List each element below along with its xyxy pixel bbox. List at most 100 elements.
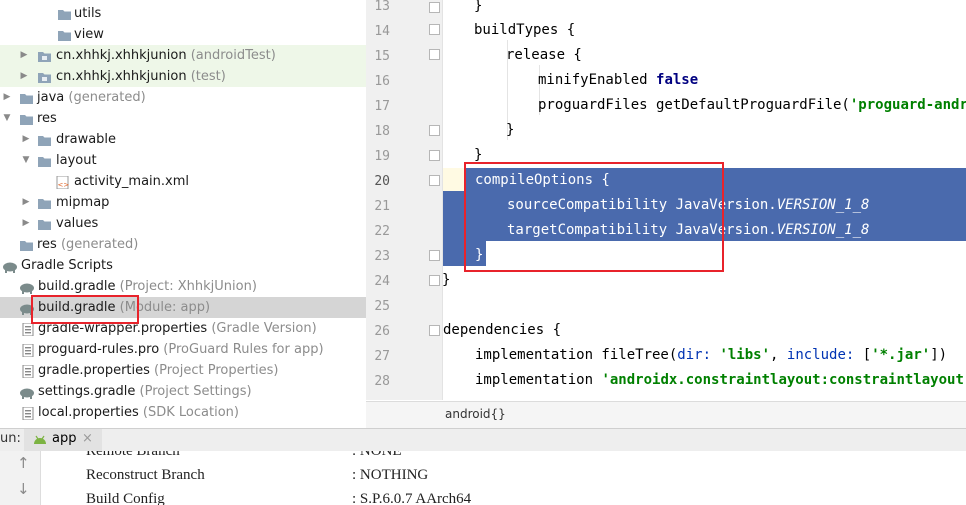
tree-item-test-package[interactable]: ▶ cn.xhhkj.xhhkjunion (test) <box>0 66 366 87</box>
tree-item-activity-main-xml[interactable]: <> activity_main.xml <box>0 171 366 192</box>
named-arg: include: <box>786 347 863 363</box>
gradle-icon <box>19 280 35 294</box>
fold-marker-icon[interactable] <box>429 49 440 60</box>
expand-arrow-icon[interactable]: ▶ <box>19 45 29 66</box>
tree-item-local-properties[interactable]: local.properties (SDK Location) <box>0 402 366 423</box>
tree-item-secondary: (Module: app) <box>119 300 211 315</box>
tree-item-java-generated[interactable]: ▶ java (generated) <box>0 87 366 108</box>
code-line-28: implementation 'androidx.constraintlayou… <box>475 368 966 393</box>
tree-item-utils[interactable]: utils <box>0 3 366 24</box>
tree-item-label: values <box>56 216 99 231</box>
tree-item-mipmap[interactable]: ▶ mipmap <box>0 192 366 213</box>
xml-file-icon: <> <box>56 175 70 190</box>
code-token: sourceCompatibility JavaVersion. <box>507 197 777 213</box>
tree-item-label: settings.gradle <box>38 384 136 399</box>
properties-file-icon <box>22 322 35 337</box>
package-icon <box>38 49 51 62</box>
tree-item-gradle-properties[interactable]: gradle.properties (Project Properties) <box>0 360 366 381</box>
tree-item-build-gradle-project[interactable]: build.gradle (Project: XhhkjUnion) <box>0 276 366 297</box>
tree-item-label: gradle.properties <box>38 363 150 378</box>
tree-item-secondary: (generated) <box>68 90 146 105</box>
collapse-arrow-icon[interactable]: ▼ <box>2 108 12 129</box>
scroll-up-icon[interactable]: ↑ <box>17 454 30 472</box>
string-literal: 'libs' <box>719 347 771 363</box>
line-number: 17 <box>374 99 390 114</box>
fold-marker-icon[interactable] <box>429 175 440 186</box>
code-token: ]) <box>930 347 948 363</box>
line-number: 20 <box>374 174 390 189</box>
expand-arrow-icon[interactable]: ▶ <box>21 213 31 234</box>
folder-icon <box>58 28 71 41</box>
run-toolbar: un: app × <box>0 428 966 452</box>
keyword-false: false <box>656 72 699 88</box>
code-token: targetCompatibility JavaVersion. <box>507 222 777 238</box>
svg-text:<>: <> <box>58 181 70 189</box>
collapse-arrow-icon[interactable]: ▼ <box>21 150 31 171</box>
tree-item-android-test-package[interactable]: ▶ cn.xhhkj.xhhkjunion (androidTest) <box>0 45 366 66</box>
tree-item-label: res <box>37 237 57 252</box>
tree-item-settings-gradle[interactable]: settings.gradle (Project Settings) <box>0 381 366 402</box>
line-number: 15 <box>374 49 390 64</box>
line-number: 14 <box>374 24 390 39</box>
tree-item-secondary: (Project Properties) <box>154 363 279 378</box>
tree-item-secondary: (Project: XhhkjUnion) <box>119 279 257 294</box>
string-literal: 'proguard-android <box>849 97 966 113</box>
folder-icon <box>58 7 71 20</box>
tree-item-secondary: (androidTest) <box>190 48 276 63</box>
code-token: implementation <box>475 372 602 388</box>
properties-file-icon <box>22 364 35 379</box>
static-field: VERSION_1_8 <box>776 197 870 213</box>
breadcrumb[interactable]: android{} <box>366 401 966 428</box>
tree-item-view[interactable]: view <box>0 24 366 45</box>
fold-marker-icon[interactable] <box>429 150 440 161</box>
breadcrumb-item[interactable]: android{} <box>445 407 506 421</box>
tree-item-values[interactable]: ▶ values <box>0 213 366 234</box>
code-line-26: dependencies { <box>443 322 562 338</box>
fold-marker-icon[interactable] <box>429 325 440 336</box>
expand-arrow-icon[interactable]: ▶ <box>19 66 29 87</box>
tree-item-res[interactable]: ▼ res <box>0 108 366 129</box>
tree-item-label: drawable <box>56 132 117 147</box>
gradle-icon <box>2 259 18 273</box>
code-line-15: release { <box>506 47 582 63</box>
fold-marker-icon[interactable] <box>429 2 440 13</box>
gradle-icon <box>19 385 35 399</box>
close-icon[interactable]: × <box>82 431 93 446</box>
run-tab-app[interactable]: app × <box>24 429 102 451</box>
tree-item-secondary: (SDK Location) <box>142 405 239 420</box>
line-number: 13 <box>374 0 390 14</box>
code-editor[interactable]: 13 14 15 16 17 18 19 20 21 22 23 24 25 2… <box>366 0 966 428</box>
code-token: proguardFiles getDefaultProguardFile( <box>538 97 850 113</box>
tree-item-gradle-scripts[interactable]: Gradle Scripts <box>0 255 366 276</box>
expand-arrow-icon[interactable]: ▶ <box>21 192 31 213</box>
tree-item-label: mipmap <box>56 195 110 210</box>
expand-arrow-icon[interactable]: ▶ <box>2 87 12 108</box>
tree-item-build-gradle-module[interactable]: build.gradle (Module: app) <box>0 297 366 318</box>
tree-item-drawable[interactable]: ▶ drawable <box>0 129 366 150</box>
tree-item-label: proguard-rules.pro <box>38 342 160 357</box>
tree-item-label: java <box>37 90 65 105</box>
fold-marker-icon[interactable] <box>429 24 440 35</box>
tree-item-layout[interactable]: ▼ layout <box>0 150 366 171</box>
tree-item-gradle-wrapper-properties[interactable]: gradle-wrapper.properties (Gradle Versio… <box>0 318 366 339</box>
fold-marker-icon[interactable] <box>429 250 440 261</box>
tree-item-secondary: (Project Settings) <box>139 384 252 399</box>
output-key: Remote Branch <box>86 451 180 459</box>
code-line-21: sourceCompatibility JavaVersion.VERSION_… <box>507 193 869 218</box>
line-number: 23 <box>374 249 390 264</box>
folder-icon <box>38 154 51 167</box>
line-number: 19 <box>374 149 390 164</box>
line-number: 26 <box>374 324 390 339</box>
code-token: , <box>770 347 787 363</box>
tree-item-res-generated[interactable]: res (generated) <box>0 234 366 255</box>
tree-item-proguard-rules[interactable]: proguard-rules.pro (ProGuard Rules for a… <box>0 339 366 360</box>
scroll-down-icon[interactable]: ↓ <box>17 480 30 498</box>
string-literal: '*.jar' <box>871 347 931 363</box>
code-line-27: implementation fileTree(dir: 'libs', inc… <box>475 343 947 368</box>
expand-arrow-icon[interactable]: ▶ <box>21 129 31 150</box>
string-literal: 'androidx.constraintlayout:constraintlay… <box>601 372 966 388</box>
fold-marker-icon[interactable] <box>429 275 440 286</box>
code-token: implementation fileTree( <box>475 347 678 363</box>
fold-marker-icon[interactable] <box>429 125 440 136</box>
output-value: : NONE <box>352 451 402 459</box>
